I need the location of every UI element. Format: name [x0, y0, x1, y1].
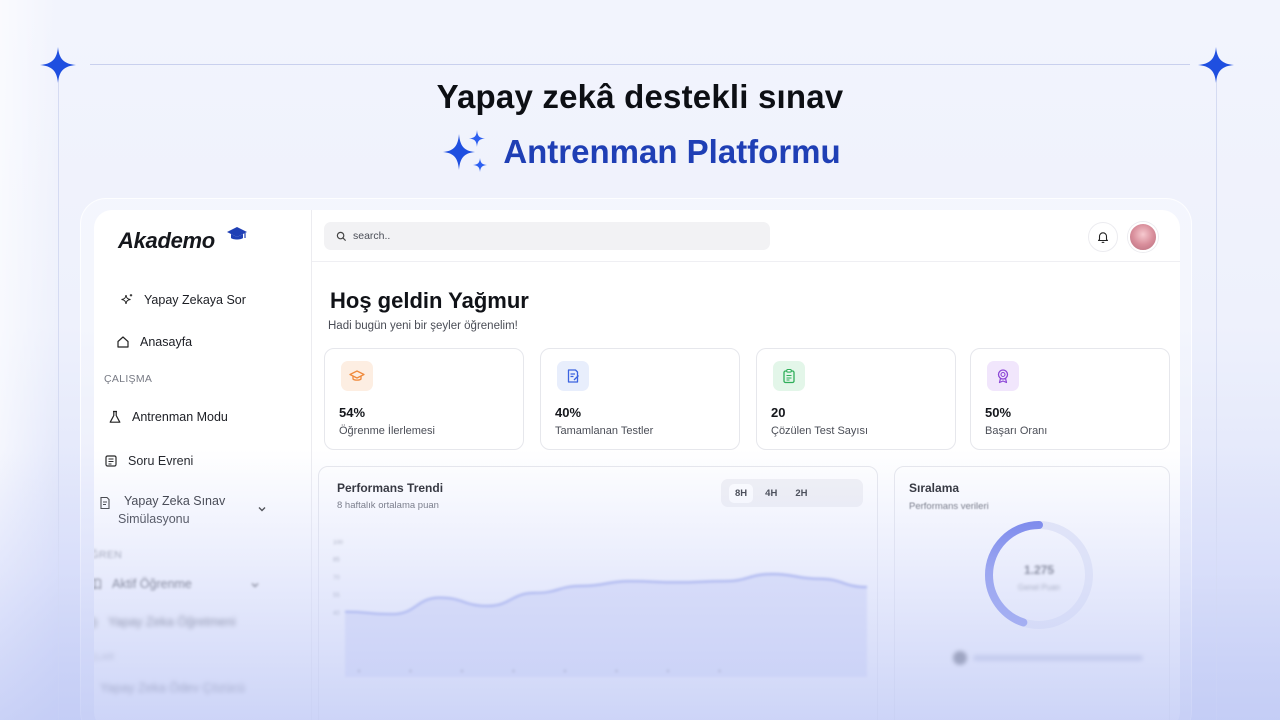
card-title: Performans Trendi [337, 481, 444, 495]
stat-card-success-rate[interactable]: 50% Başarı Oranı [970, 348, 1170, 450]
stat-icon-bg [341, 361, 373, 391]
robot-icon [94, 618, 97, 628]
hero-subtitle-row: Antrenman Platformu [0, 126, 1280, 178]
clipboard-list-icon [783, 368, 795, 384]
stat-icon-bg [987, 361, 1019, 391]
stat-value: 50% [985, 405, 1012, 420]
sidebar-item-label: Yapay Zeka Sınav [124, 494, 226, 508]
home-icon [117, 336, 129, 348]
sidebar-item-label: Soru Evreni [128, 454, 194, 468]
book-open-icon [94, 578, 102, 590]
section-label: ÖĞREN [94, 549, 123, 561]
chevron-down-icon[interactable] [249, 579, 261, 591]
stat-value: 54% [339, 405, 366, 420]
stat-label: Başarı Oranı [985, 425, 1048, 437]
ranking-card: Sıralama Performans verileri 1.275 Genel… [894, 466, 1170, 720]
area-fill [345, 574, 867, 677]
sidebar: Akademo Yapay Zekaya Sor Anasayfa ÇALIŞM… [94, 210, 312, 720]
sidebar-item-active-learning[interactable]: Aktif Öğrenme [94, 577, 192, 591]
sidebar-item-exam-simulation[interactable]: Yapay Zeka Sınav Simülasyonu [98, 492, 225, 528]
sidebar-item-label: Anasayfa [140, 335, 193, 349]
range-2h-button[interactable]: 2H [789, 484, 813, 503]
range-8h-button[interactable]: 8H [729, 483, 754, 503]
x-tick-mark [357, 669, 361, 673]
card-subtitle: 8 haftalık ortalama puan [337, 500, 439, 511]
section-label: ÇALIŞMA [104, 373, 153, 385]
page-title: Hoş geldin Yağmur [330, 288, 529, 313]
sparkles-icon [443, 130, 488, 172]
bell-icon [1097, 232, 1109, 243]
stat-value: 40% [555, 405, 582, 420]
page-subtitle: Hadi bugün yeni bir şeyler öğrenelim! [328, 320, 518, 332]
top-bar: search.. [312, 210, 1180, 262]
search-icon [336, 231, 347, 241]
sidebar-item-label: Aktif Öğrenme [112, 577, 192, 591]
y-tick-label: 40 [333, 611, 340, 617]
ranking-legend [953, 651, 1143, 665]
sidebar-item-question-pool[interactable]: Soru Evreni [104, 454, 193, 468]
sparkles-icon [121, 294, 133, 305]
card-subtitle: Performans verileri [909, 501, 989, 512]
ranking-value: 1.275 [1023, 563, 1055, 577]
frame-line [90, 64, 1190, 65]
section-label: ARAÇLAR [94, 652, 115, 662]
performance-card: Performans Trendi 8 haftalık ortalama pu… [318, 466, 878, 720]
hero-title: Yapay zekâ destekli sınav [436, 78, 844, 115]
y-tick-label: 55 [333, 593, 340, 599]
app-window: Akademo Yapay Zekaya Sor Anasayfa ÇALIŞM… [94, 210, 1180, 720]
x-tick-mark [614, 669, 619, 673]
range-4h-button[interactable]: 4H [759, 484, 783, 503]
card-title: Sıralama [909, 481, 960, 495]
sidebar-item-label: Yapay Zeka Öğretmeni [108, 615, 236, 629]
chevron-down-icon[interactable] [256, 503, 268, 515]
library-icon [105, 455, 117, 467]
search-placeholder: search.. [353, 230, 391, 242]
document-edit-icon [100, 496, 110, 510]
sidebar-item-label: Yapay Zekaya Sor [144, 293, 246, 307]
y-tick-label: 100 [333, 540, 344, 546]
x-tick-mark [460, 669, 464, 673]
stat-label: Öğrenme İlerlemesi [339, 425, 435, 437]
x-tick-mark [511, 669, 516, 673]
x-tick-mark [563, 669, 567, 673]
x-tick-mark [408, 669, 413, 673]
stat-label: Tamamlanan Testler [555, 425, 654, 437]
avatar[interactable] [1128, 222, 1158, 252]
stat-value: 20 [771, 405, 786, 420]
hero-subtitle: Antrenman Platformu [503, 133, 841, 170]
stat-card-learning-progress[interactable]: 54% Öğrenme İlerlemesi [324, 348, 524, 450]
sidebar-item-practice-mode[interactable]: Antrenman Modu [108, 410, 228, 424]
search-input[interactable]: search.. [324, 222, 770, 250]
logo[interactable]: Akademo [118, 228, 215, 254]
y-tick-label: 70 [333, 575, 340, 581]
legend-dot [953, 651, 967, 665]
y-tick-label: 85 [333, 558, 340, 564]
flask-icon [109, 410, 121, 423]
graduation-cap-icon [227, 227, 247, 240]
stat-card-completed-tests[interactable]: 40% Tamamlanan Testler [540, 348, 740, 450]
sidebar-item-label: Yapay Zeka Ödev Çözücü [100, 681, 245, 695]
x-tick-mark [717, 669, 722, 673]
notifications-button[interactable] [1088, 222, 1118, 252]
edit-document-icon [567, 369, 579, 383]
ranking-value-label: Genel Puan [1017, 583, 1061, 592]
sidebar-item-ai-homework[interactable]: Yapay Zeka Ödev Çözücü [94, 681, 245, 695]
stat-card-solved-tests[interactable]: 20 Çözülen Test Sayısı [756, 348, 956, 450]
graduation-cap-icon [349, 370, 365, 381]
legend-bar [973, 655, 1143, 661]
stat-icon-bg [773, 361, 805, 391]
stat-label: Çözülen Test Sayısı [771, 425, 869, 437]
sidebar-item-label: Simülasyonu [118, 512, 190, 526]
sidebar-item-label: Antrenman Modu [132, 410, 228, 424]
sidebar-item-home[interactable]: Anasayfa [116, 335, 192, 349]
x-tick-mark [666, 669, 670, 673]
sidebar-item-ask-ai[interactable]: Yapay Zekaya Sor [120, 293, 246, 307]
stat-icon-bg [557, 361, 589, 391]
award-badge-icon [997, 369, 1009, 384]
range-selector: 8H 4H 2H [721, 479, 863, 507]
sidebar-item-ai-teacher[interactable]: Yapay Zeka Öğretmeni [94, 615, 236, 629]
performance-chart: 100 85 70 55 40 [333, 540, 868, 677]
